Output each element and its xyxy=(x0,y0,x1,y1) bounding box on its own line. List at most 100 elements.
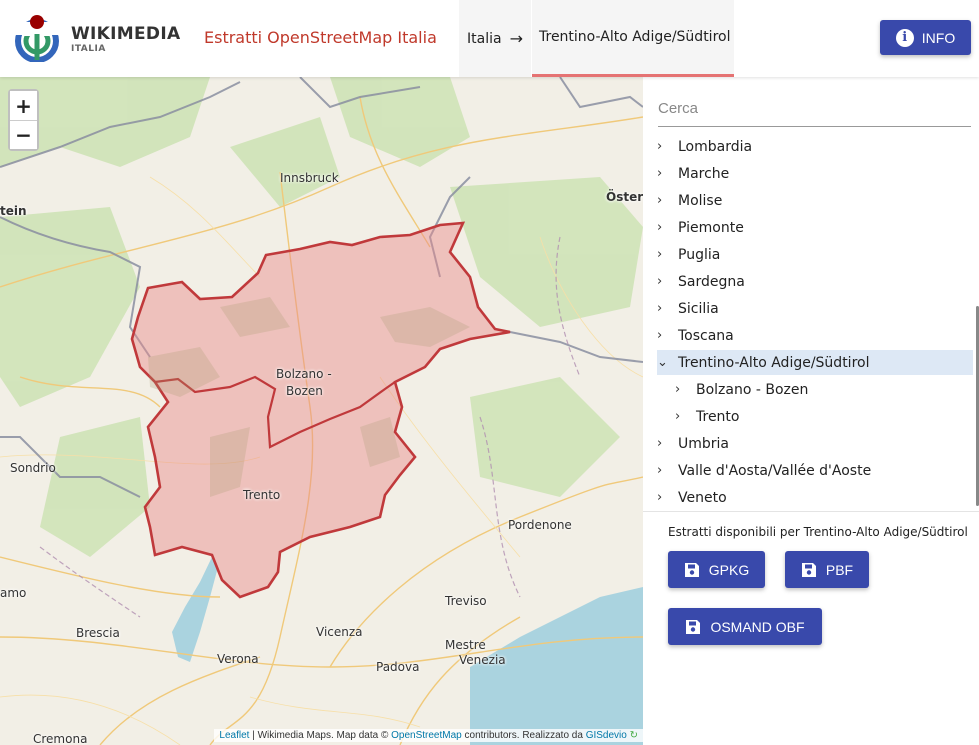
tree-item-label: Lombardia xyxy=(678,138,753,155)
wikimedia-italia-logo[interactable]: WIKIMEDIA ITALIA xyxy=(12,12,182,64)
save-icon xyxy=(686,619,701,634)
download-osmand-label: OSMAND OBF xyxy=(710,618,805,635)
chevron-right-icon: › xyxy=(657,463,663,478)
download-gpkg-label: GPKG xyxy=(708,561,750,578)
chevron-right-icon: › xyxy=(657,220,663,235)
downloads-title: Estratti disponibili per Trentino-Alto A… xyxy=(668,525,968,539)
map-label-bolzano: Bolzano - xyxy=(276,367,332,381)
download-gpkg-button[interactable]: GPKG xyxy=(668,551,765,588)
site-title[interactable]: Estratti OpenStreetMap Italia xyxy=(204,28,437,47)
tree-item-label: Sicilia xyxy=(678,300,719,317)
chevron-right-icon: › xyxy=(657,274,663,289)
attribution-text: | Wikimedia Maps. Map data © xyxy=(249,730,392,741)
tree-item-label: Umbria xyxy=(678,435,729,452)
map-label-sondrio: Sondrio xyxy=(10,461,56,475)
breadcrumb-italia[interactable]: Italia → xyxy=(459,0,531,77)
tree-item-piemonte[interactable]: › Piemonte xyxy=(657,215,973,240)
app-header: WIKIMEDIA ITALIA Estratti OpenStreetMap … xyxy=(0,0,979,77)
chevron-down-icon: ⌄ xyxy=(657,355,668,370)
map-label-mestre: Mestre xyxy=(445,638,486,652)
leaflet-link[interactable]: Leaflet xyxy=(219,730,249,741)
tree-item-sicilia[interactable]: › Sicilia xyxy=(657,296,973,321)
map-label-vicenza: Vicenza xyxy=(316,625,363,639)
arrow-right-icon: → xyxy=(509,29,523,48)
map-label-brescia: Brescia xyxy=(76,626,120,640)
tree-item-marche[interactable]: › Marche xyxy=(657,161,973,186)
tree-item-toscana[interactable]: › Toscana xyxy=(657,323,973,348)
map-label-ostern: Öster xyxy=(606,190,643,204)
info-icon: i xyxy=(895,28,914,47)
save-icon xyxy=(801,562,816,577)
info-button-label: INFO xyxy=(921,29,956,46)
map-label-innsbruck: Innsbruck xyxy=(280,171,339,185)
breadcrumb-label: Trentino-Alto Adige/Südtirol xyxy=(539,29,731,45)
chevron-right-icon: › xyxy=(657,301,663,316)
logo-wordmark: WIKIMEDIA xyxy=(71,24,181,44)
chevron-right-icon: › xyxy=(657,328,663,343)
map-label-padova: Padova xyxy=(376,660,420,674)
wikimedia-logo-icon xyxy=(15,15,59,62)
chevron-right-icon: › xyxy=(675,409,681,424)
search-input[interactable] xyxy=(658,91,971,127)
map-label-amo: amo xyxy=(0,586,27,600)
tree-item-trentino-alto-adige[interactable]: ⌄ Trentino-Alto Adige/Südtirol xyxy=(657,350,973,375)
map-label-bozen: Bozen xyxy=(286,384,323,398)
download-pbf-button[interactable]: PBF xyxy=(785,551,869,588)
map-label-pordenone: Pordenone xyxy=(508,518,572,532)
tree-item-veneto[interactable]: › Veneto xyxy=(657,485,973,509)
tree-item-label: Piemonte xyxy=(678,219,744,236)
downloads-panel: Estratti disponibili per Trentino-Alto A… xyxy=(643,511,979,745)
tree-item-umbria[interactable]: › Umbria xyxy=(657,431,973,456)
logo-subtitle: ITALIA xyxy=(71,44,106,54)
sidebar-panel: › Lombardia › Marche › Molise › Piemonte… xyxy=(643,77,979,745)
breadcrumb-label: Italia xyxy=(467,30,502,47)
attribution-text: contributors. Realizzato da xyxy=(461,730,586,741)
tree-item-label: Trentino-Alto Adige/Südtirol xyxy=(678,354,870,371)
tree-item-label: Sardegna xyxy=(678,273,745,290)
tree-item-label: Valle d'Aosta/Vallée d'Aoste xyxy=(678,462,872,479)
chevron-right-icon: › xyxy=(657,139,663,154)
chevron-right-icon: › xyxy=(657,490,663,505)
tree-item-label: Bolzano - Bozen xyxy=(696,381,809,398)
tree-item-label: Molise xyxy=(678,192,723,209)
save-icon xyxy=(684,562,699,577)
refresh-icon: ↻ xyxy=(629,730,638,741)
gisdevio-link[interactable]: GISdevio xyxy=(586,730,627,741)
tree-item-label: Toscana xyxy=(678,327,734,344)
zoom-in-button[interactable]: + xyxy=(10,91,37,120)
chevron-right-icon: › xyxy=(657,247,663,262)
map-label-trento: Trento xyxy=(243,488,281,502)
download-pbf-label: PBF xyxy=(825,561,854,578)
map-label-venezia: Venezia xyxy=(459,653,506,667)
tree-item-sardegna[interactable]: › Sardegna xyxy=(657,269,973,294)
tree-item-trento[interactable]: › Trento xyxy=(675,404,973,429)
tree-item-lombardia[interactable]: › Lombardia xyxy=(657,134,973,159)
chevron-right-icon: › xyxy=(657,193,663,208)
map-attribution: Leaflet | Wikimedia Maps. Map data © Ope… xyxy=(214,729,643,742)
tree-item-valle-d-aosta[interactable]: › Valle d'Aosta/Vallée d'Aoste xyxy=(657,458,973,483)
chevron-right-icon: › xyxy=(657,436,663,451)
breadcrumb-region[interactable]: Trentino-Alto Adige/Südtirol xyxy=(532,0,734,77)
openstreetmap-link[interactable]: OpenStreetMap xyxy=(391,730,462,741)
region-highlight xyxy=(130,221,511,599)
map-view[interactable]: Innsbruck Öster tein Bolzano - Bozen Tre… xyxy=(0,77,643,745)
tree-item-label: Marche xyxy=(678,165,730,182)
tree-item-molise[interactable]: › Molise xyxy=(657,188,973,213)
zoom-control: + − xyxy=(8,89,39,151)
info-button[interactable]: i INFO xyxy=(880,20,971,55)
map-label-tein: tein xyxy=(0,204,27,218)
region-tree: › Lombardia › Marche › Molise › Piemonte… xyxy=(643,133,979,509)
tree-item-label: Puglia xyxy=(678,246,721,263)
lake xyxy=(172,557,218,662)
map-label-cremona: Cremona xyxy=(33,732,88,745)
map-label-treviso: Treviso xyxy=(445,594,487,608)
download-osmand-button[interactable]: OSMAND OBF xyxy=(668,608,822,645)
tree-item-label: Trento xyxy=(696,408,740,425)
tree-item-label: Veneto xyxy=(678,489,727,506)
zoom-out-button[interactable]: − xyxy=(10,120,37,149)
tree-item-puglia[interactable]: › Puglia xyxy=(657,242,973,267)
map-label-verona: Verona xyxy=(217,652,259,666)
tree-item-bolzano[interactable]: › Bolzano - Bozen xyxy=(675,377,973,402)
chevron-right-icon: › xyxy=(675,382,681,397)
chevron-right-icon: › xyxy=(657,166,663,181)
